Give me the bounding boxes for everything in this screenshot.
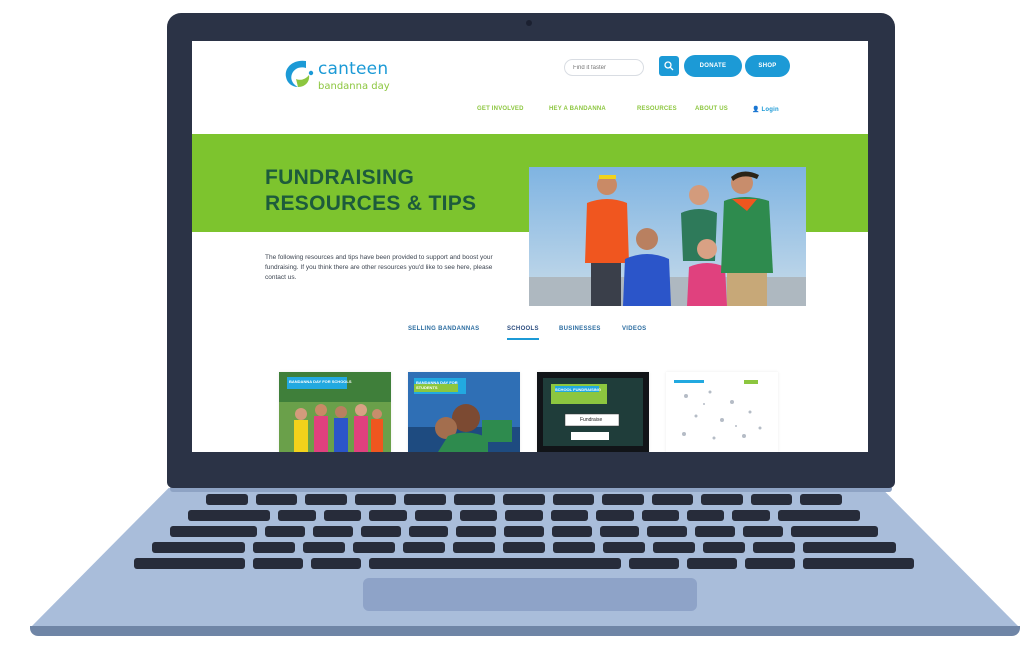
- search-button[interactable]: [659, 56, 679, 76]
- nav-resources[interactable]: RESOURCES: [637, 106, 677, 112]
- login-label: Login: [761, 107, 779, 113]
- tab-videos[interactable]: VIDEOS: [622, 326, 646, 338]
- brand-name: canteen: [318, 59, 389, 79]
- intro-text: The following resources and tips have be…: [265, 254, 493, 281]
- resource-card[interactable]: BANDANNA DAY FOR STUDENTS: [408, 372, 520, 452]
- site-header: canteen bandanna day DONATE SHOP GET INV…: [192, 41, 868, 124]
- nav-get-involved[interactable]: GET INVOLVED: [477, 106, 524, 112]
- laptop-lid: canteen bandanna day DONATE SHOP GET INV…: [167, 13, 895, 488]
- card-caption: BANDANNA DAY FOR SCHOOLS: [289, 379, 352, 384]
- user-icon: 👤: [752, 107, 760, 113]
- resource-tabs: SELLING BANDANNAS SCHOOLS BUSINESSES VID…: [192, 324, 868, 344]
- laptop-keyboard: [120, 494, 920, 572]
- search-icon: [664, 61, 674, 71]
- webcam: [526, 20, 532, 26]
- tab-selling-bandannas[interactable]: SELLING BANDANNAS: [408, 326, 479, 338]
- hero-photo: [529, 167, 806, 306]
- fundraise-button[interactable]: Fundraise: [580, 417, 602, 423]
- tab-businesses[interactable]: BUSINESSES: [559, 326, 601, 338]
- tab-schools[interactable]: SCHOOLS: [507, 326, 539, 340]
- donate-button[interactable]: DONATE: [684, 55, 742, 77]
- canteen-logo-icon: [285, 60, 314, 87]
- nav-login[interactable]: 👤 Login: [752, 106, 779, 113]
- card-caption: BANDANNA DAY FOR STUDENTS: [416, 380, 458, 390]
- laptop-screen: canteen bandanna day DONATE SHOP GET INV…: [192, 41, 868, 452]
- canteen-logo[interactable]: canteen bandanna day: [280, 53, 400, 99]
- card-thumbnail: [537, 372, 649, 452]
- nav-hey-a-bandanna[interactable]: HEY A BANDANNA: [549, 106, 606, 112]
- resource-card[interactable]: BANDANNA DAY FOR SCHOOLS: [279, 372, 391, 452]
- card-caption: SCHOOL FUNDRAISING: [555, 387, 601, 392]
- card-thumbnail: [666, 372, 778, 452]
- card-thumbnail: [279, 372, 391, 452]
- resource-card[interactable]: [666, 372, 778, 452]
- nav-about-us[interactable]: ABOUT US: [695, 106, 728, 112]
- page-title: FUNDRAISING RESOURCES & TIPS: [265, 166, 477, 215]
- trackpad: [363, 578, 697, 611]
- laptop-base-edge: [30, 626, 1020, 636]
- brand-subtitle: bandanna day: [318, 81, 390, 92]
- shop-button[interactable]: SHOP: [745, 55, 790, 77]
- resource-card[interactable]: SCHOOL FUNDRAISING Fundraise: [537, 372, 649, 452]
- search-input[interactable]: [564, 59, 644, 76]
